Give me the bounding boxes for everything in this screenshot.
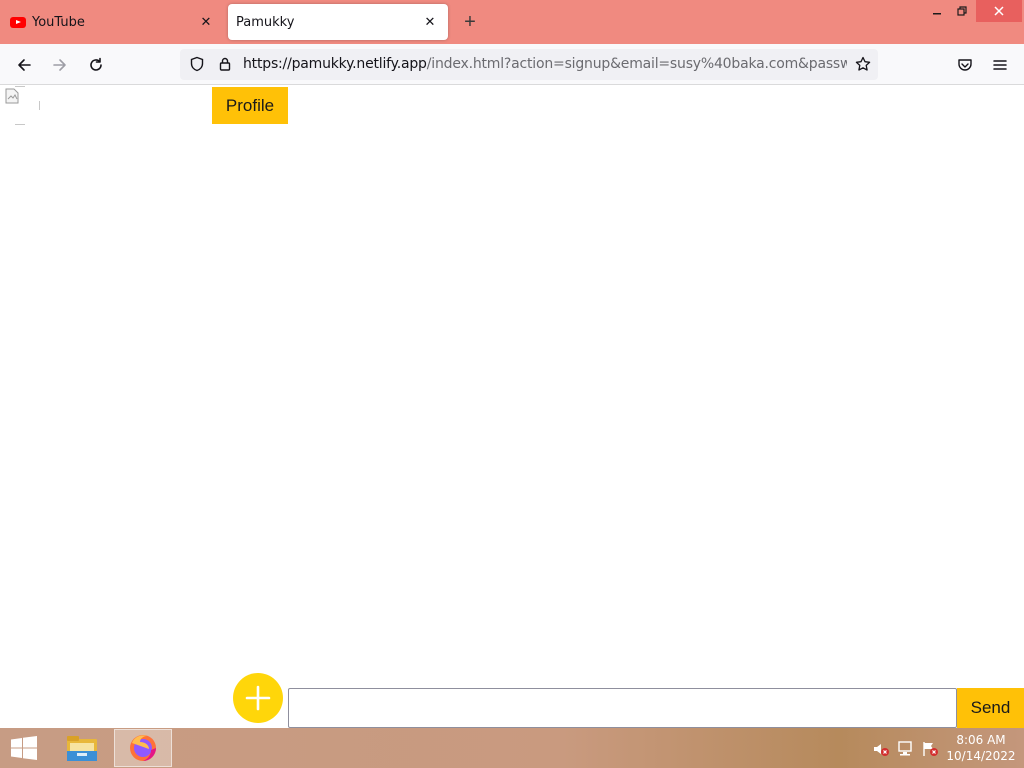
minimize-window-icon[interactable] — [924, 0, 950, 22]
reload-icon[interactable] — [81, 50, 111, 80]
clock-time: 8:06 AM — [956, 733, 1006, 747]
broken-image-icon — [5, 88, 19, 104]
url-bar[interactable]: https://pamukky.netlify.app/index.html?a… — [180, 49, 878, 80]
url-host: https://pamukky.netlify.app — [243, 56, 427, 72]
divider — [15, 86, 25, 87]
tab-youtube[interactable]: YouTube ✕ — [0, 4, 224, 40]
taskbar: 8:06 AM 10/14/2022 — [0, 728, 1024, 768]
pocket-icon[interactable] — [950, 50, 980, 80]
divider — [39, 101, 40, 110]
restore-window-icon[interactable] — [950, 0, 974, 22]
close-tab-icon[interactable]: ✕ — [194, 10, 218, 34]
new-tab-button[interactable]: + — [456, 8, 484, 36]
tab-title: YouTube — [32, 14, 85, 30]
close-window-icon[interactable] — [976, 0, 1022, 22]
tab-strip: YouTube ✕ Pamukky ✕ + — [0, 0, 1024, 44]
action-center-flag-icon[interactable] — [921, 740, 939, 758]
page-content: Profile Send — [0, 86, 1024, 728]
network-icon[interactable] — [897, 740, 915, 758]
hamburger-menu-icon[interactable] — [985, 50, 1015, 80]
divider — [15, 124, 25, 125]
volume-muted-icon[interactable] — [872, 740, 890, 758]
lock-icon[interactable] — [214, 53, 236, 75]
tab-title: Pamukky — [236, 14, 295, 30]
youtube-icon — [10, 16, 26, 28]
profile-button[interactable]: Profile — [212, 87, 288, 124]
plus-icon — [245, 685, 271, 711]
file-explorer-icon[interactable] — [60, 730, 104, 766]
back-arrow-icon[interactable] — [9, 50, 39, 80]
firefox-icon[interactable] — [114, 729, 172, 767]
send-button[interactable]: Send — [957, 688, 1024, 728]
tab-pamukky[interactable]: Pamukky ✕ — [228, 4, 448, 40]
close-tab-icon[interactable]: ✕ — [418, 10, 442, 34]
system-clock[interactable]: 8:06 AM 10/14/2022 — [946, 732, 1016, 764]
tracking-protection-shield-icon[interactable] — [186, 53, 208, 75]
url-text[interactable]: https://pamukky.netlify.app/index.html?a… — [243, 49, 847, 80]
forward-arrow-icon[interactable] — [45, 50, 75, 80]
clock-date: 10/14/2022 — [946, 749, 1016, 763]
message-input[interactable] — [288, 688, 957, 728]
url-path: /index.html?action=signup&email=susy%40b… — [426, 56, 847, 72]
bookmark-star-icon[interactable] — [852, 53, 874, 75]
windows-start-icon[interactable] — [4, 732, 44, 764]
add-attachment-button[interactable] — [233, 673, 283, 723]
navigation-bar: https://pamukky.netlify.app/index.html?a… — [0, 44, 1024, 85]
